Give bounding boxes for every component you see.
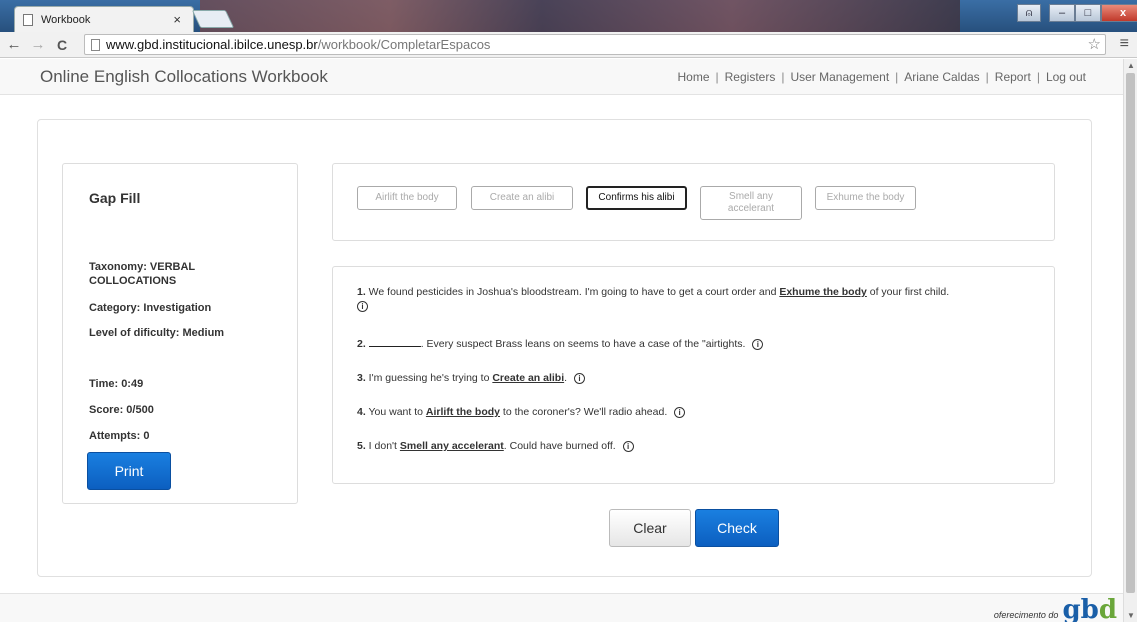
filled-answer[interactable]: Create an alibi	[492, 372, 564, 384]
info-icon[interactable]: i	[752, 339, 764, 350]
question-text: I don't	[365, 440, 400, 452]
exercise-info-panel: Gap Fill Taxonomy: VERBAL COLLOCATIONS C…	[62, 163, 298, 504]
question-text: of your first child.	[866, 286, 950, 298]
tab-title: Workbook	[41, 13, 91, 26]
question-number: 5.	[357, 440, 366, 452]
question-number: 3.	[357, 372, 366, 384]
answer-options-panel: Airlift the body Create an alibi Confirm…	[332, 163, 1055, 241]
filled-answer[interactable]: Exhume the body	[779, 286, 867, 298]
page-icon	[23, 13, 33, 26]
scroll-down-icon[interactable]: ▼	[1127, 611, 1135, 620]
clear-button[interactable]: Clear	[609, 509, 691, 547]
nav-separator: |	[715, 70, 719, 84]
empty-blank[interactable]	[368, 337, 421, 347]
check-button[interactable]: Check	[695, 509, 779, 547]
browser-tab[interactable]: Workbook ×	[14, 6, 194, 32]
option-chip-airlift[interactable]: Airlift the body	[357, 186, 457, 210]
browser-toolbar: ← → C www.gbd.institucional.ibilce.unesp…	[0, 32, 1137, 58]
url-host: www.gbd.institucional.ibilce.unesp.br	[106, 37, 318, 52]
bookmark-star-icon[interactable]: ☆	[1088, 35, 1101, 53]
gbd-logo-mark: gbd	[1062, 595, 1117, 622]
nav-link-report[interactable]: Report	[995, 70, 1031, 84]
question-text: .	[564, 372, 568, 384]
site-footer: oferecimento do gbd	[0, 593, 1123, 622]
attempts-label: Attempts: 0	[89, 430, 150, 442]
filled-answer[interactable]: Smell any accelerant	[400, 440, 504, 452]
gbd-logo: oferecimento do gbd	[993, 595, 1117, 622]
logo-letter-b: b	[1080, 595, 1099, 622]
close-window-icon[interactable]: x	[1101, 4, 1137, 22]
info-icon[interactable]: i	[573, 373, 585, 384]
browser-tab-bar: Workbook × ⍝ – □ x	[0, 0, 1137, 32]
exercise-panel: Gap Fill Taxonomy: VERBAL COLLOCATIONS C…	[37, 119, 1092, 577]
info-icon[interactable]: i	[622, 441, 634, 452]
scrollbar-thumb[interactable]	[1126, 73, 1135, 593]
page-info-icon[interactable]	[91, 38, 100, 51]
question-5: 5. I don't Smell any accelerant. Could h…	[357, 439, 1047, 453]
browser-menu-icon[interactable]: ≡	[1120, 35, 1129, 53]
scroll-up-icon[interactable]: ▲	[1127, 61, 1135, 70]
question-text: I'm guessing he's trying to	[365, 372, 493, 384]
question-number: 4.	[357, 406, 366, 418]
back-icon[interactable]: ←	[4, 36, 24, 53]
nav-link-registers[interactable]: Registers	[725, 70, 776, 84]
question-2: 2. . Every suspect Brass leans on seems …	[357, 337, 1047, 351]
question-text: You want to	[365, 406, 426, 418]
option-chip-confirms-alibi[interactable]: Confirms his alibi	[586, 186, 687, 210]
info-icon[interactable]: i	[674, 407, 686, 418]
page-viewport: Online English Collocations Workbook Hom…	[0, 59, 1123, 622]
address-bar[interactable]: www.gbd.institucional.ibilce.unesp.br/wo…	[84, 34, 1106, 55]
window-controls-gap	[1041, 4, 1049, 22]
nav-link-user-management[interactable]: User Management	[790, 70, 889, 84]
nav-separator: |	[985, 70, 989, 84]
nav-link-user-name[interactable]: Ariane Caldas	[904, 70, 979, 84]
nav-separator: |	[1036, 70, 1040, 84]
page-scrollbar[interactable]: ▲ ▼	[1123, 59, 1137, 622]
score-label: Score: 0/500	[89, 404, 154, 416]
difficulty-label: Level of dificulty: Medium	[89, 327, 225, 339]
nav-link-home[interactable]: Home	[678, 70, 710, 84]
question-text: We found pesticides in Joshua's bloodstr…	[365, 286, 780, 298]
question-1: 1. We found pesticides in Joshua's blood…	[357, 285, 1047, 313]
footer-sponsor-text: oferecimento do	[993, 610, 1059, 620]
question-text: . Every suspect Brass leans on seems to …	[420, 338, 746, 350]
nav-separator: |	[781, 70, 785, 84]
nav-link-logout[interactable]: Log out	[1046, 70, 1086, 84]
forward-icon[interactable]: →	[28, 36, 48, 53]
top-nav-links: Home | Registers | User Management | Ari…	[678, 70, 1087, 84]
option-chip-create-alibi[interactable]: Create an alibi	[471, 186, 573, 210]
option-chip-exhume[interactable]: Exhume the body	[815, 186, 916, 210]
option-chip-smell-accelerant[interactable]: Smell any accelerant	[700, 186, 802, 220]
logo-letter-g: g	[1062, 595, 1081, 622]
question-text: . Could have burned off.	[503, 440, 616, 452]
logo-letter-d: d	[1098, 595, 1117, 622]
filled-answer[interactable]: Airlift the body	[426, 406, 500, 418]
site-navbar: Online English Collocations Workbook Hom…	[0, 59, 1123, 95]
exercise-title: Gap Fill	[89, 190, 141, 206]
print-button[interactable]: Print	[87, 452, 171, 490]
nav-separator: |	[895, 70, 899, 84]
question-number: 2.	[357, 338, 366, 350]
question-number: 1.	[357, 286, 366, 298]
taxonomy-label: Taxonomy: VERBAL COLLOCATIONS	[89, 261, 195, 287]
reload-icon[interactable]: C	[52, 37, 72, 53]
question-text: to the coroner's? We'll radio ahead.	[500, 406, 668, 418]
user-profile-icon[interactable]: ⍝	[1017, 4, 1041, 22]
question-4: 4. You want to Airlift the body to the c…	[357, 405, 1047, 419]
maximize-icon[interactable]: □	[1075, 4, 1101, 22]
question-3: 3. I'm guessing he's trying to Create an…	[357, 371, 1047, 385]
timer-label: Time: 0:49	[89, 378, 144, 390]
desktop-background	[200, 0, 960, 32]
questions-panel: 1. We found pesticides in Joshua's blood…	[332, 266, 1055, 484]
info-icon[interactable]: i	[357, 301, 368, 312]
url-path: /workbook/CompletarEspacos	[317, 37, 491, 52]
tab-close-icon[interactable]: ×	[173, 12, 181, 27]
site-brand[interactable]: Online English Collocations Workbook	[40, 67, 328, 87]
category-label: Category: Investigation	[89, 302, 212, 314]
minimize-icon[interactable]: –	[1049, 4, 1075, 22]
